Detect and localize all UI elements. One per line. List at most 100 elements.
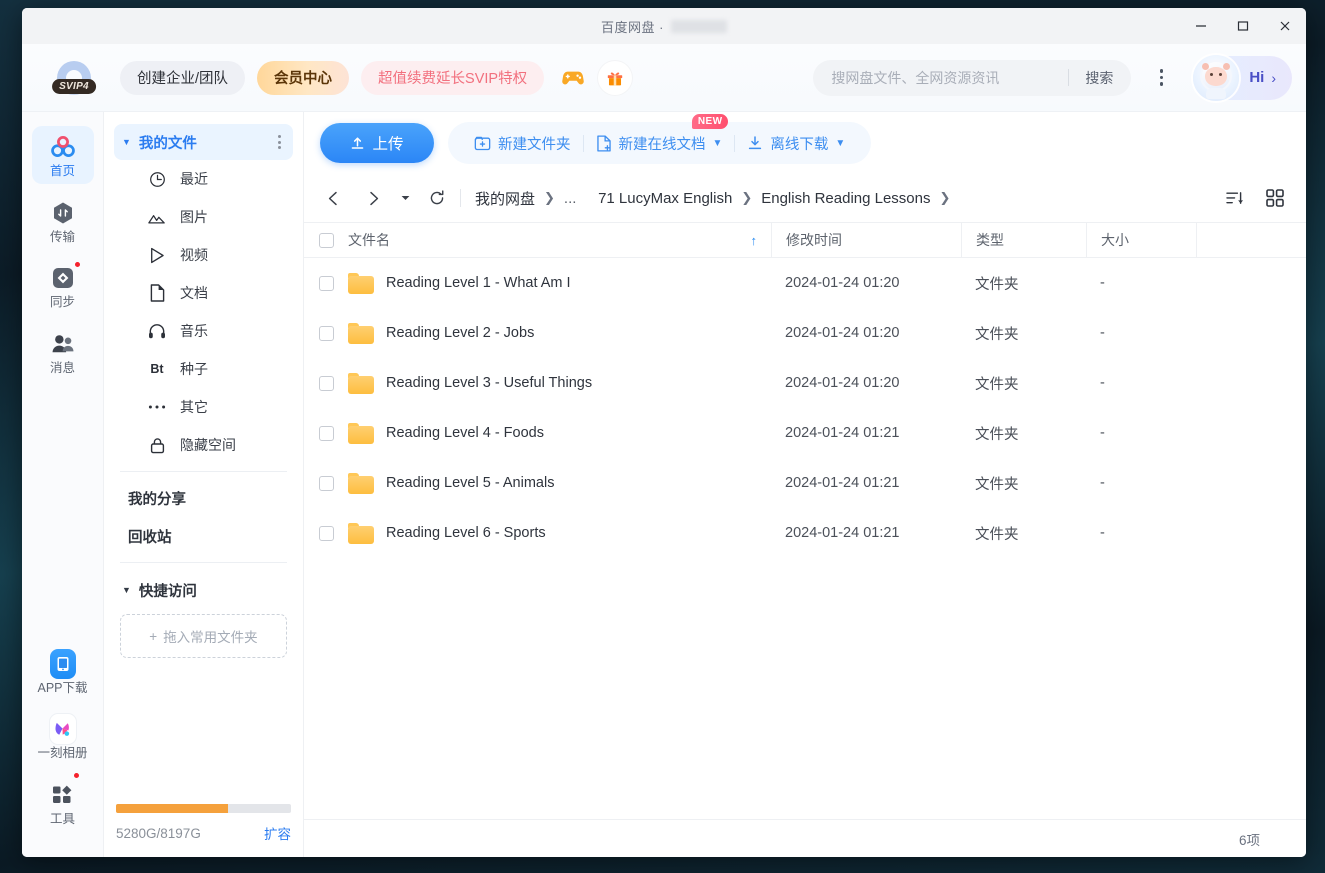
maximize-button[interactable] xyxy=(1222,8,1264,44)
file-name-cell[interactable]: Reading Level 2 - Jobs xyxy=(348,323,771,344)
row-checkbox[interactable] xyxy=(319,326,334,341)
breadcrumb-separator xyxy=(585,191,589,206)
rail-item-app-download[interactable]: APP下载 xyxy=(32,643,94,701)
row-checkbox[interactable] xyxy=(319,376,334,391)
user-account-chip[interactable]: Hi › xyxy=(1193,56,1292,100)
search-input[interactable] xyxy=(831,70,1062,86)
new-badge: NEW xyxy=(692,114,729,129)
rail-item-label: 一刻相册 xyxy=(37,747,87,760)
rail-item-transfer[interactable]: 传输 xyxy=(32,192,94,250)
select-all-checkbox[interactable] xyxy=(319,233,334,248)
new-online-doc-button[interactable]: NEW 新建在线文档 ▼ xyxy=(584,122,735,164)
divider xyxy=(460,189,461,207)
sidebar-item-hidden-space[interactable]: 隐藏空间 xyxy=(114,426,293,464)
column-header-size[interactable]: 大小 xyxy=(1086,223,1196,257)
file-name-label: Reading Level 3 - Useful Things xyxy=(386,375,592,391)
sidebar-item-recycle-bin[interactable]: 回收站 xyxy=(114,517,293,555)
breadcrumb-item-ellipsis[interactable]: ... xyxy=(564,190,577,207)
row-checkbox[interactable] xyxy=(319,426,334,441)
sidebar-item-other[interactable]: 其它 xyxy=(114,388,293,426)
folder-icon xyxy=(348,423,374,444)
gamepad-icon[interactable] xyxy=(556,61,590,95)
file-size-cell: - xyxy=(1086,375,1196,391)
view-controls xyxy=(1222,185,1288,211)
table-row[interactable]: Reading Level 6 - Sports2024-01-24 01:21… xyxy=(304,508,1306,558)
new-folder-button[interactable]: 新建文件夹 xyxy=(462,122,583,164)
rail-item-label: 同步 xyxy=(50,296,75,309)
sidebar-item-recent[interactable]: 最近 xyxy=(114,160,293,198)
sort-icon[interactable] xyxy=(1222,185,1248,211)
row-select-cell xyxy=(304,426,348,441)
refresh-button[interactable] xyxy=(424,185,450,211)
table-row[interactable]: Reading Level 2 - Jobs2024-01-24 01:20文件… xyxy=(304,308,1306,358)
file-name-cell[interactable]: Reading Level 1 - What Am I xyxy=(348,273,771,294)
breadcrumb-item-root[interactable]: 我的网盘 xyxy=(475,188,535,209)
new-online-doc-label: 新建在线文档 xyxy=(619,133,706,154)
grid-view-icon[interactable] xyxy=(1262,185,1288,211)
quick-access-header[interactable]: ▼ 快捷访问 xyxy=(114,572,293,608)
file-list[interactable]: Reading Level 1 - What Am I2024-01-24 01… xyxy=(304,258,1306,819)
search-button[interactable]: 搜索 xyxy=(1073,68,1125,88)
column-header-modified[interactable]: 修改时间 xyxy=(771,223,961,257)
more-vertical-icon[interactable] xyxy=(1143,60,1179,96)
file-name-cell[interactable]: Reading Level 4 - Foods xyxy=(348,423,771,444)
quick-access-dropzone[interactable]: + 拖入常用文件夹 xyxy=(120,614,287,658)
sidebar-item-label: 其它 xyxy=(180,397,208,417)
window-title-text: 百度网盘 · xyxy=(601,17,664,36)
rail-item-sync[interactable]: 同步 xyxy=(32,257,94,315)
expand-storage-link[interactable]: 扩容 xyxy=(264,823,291,843)
close-button[interactable] xyxy=(1264,8,1306,44)
vip-center-button[interactable]: 会员中心 xyxy=(257,61,349,95)
breadcrumb-item-current[interactable]: English Reading Lessons xyxy=(761,190,930,207)
new-folder-label: 新建文件夹 xyxy=(498,133,571,154)
baidu-netdisk-logo[interactable]: SVIP4 xyxy=(40,61,108,95)
tree-header-more-icon[interactable] xyxy=(274,131,285,153)
table-row[interactable]: Reading Level 3 - Useful Things2024-01-2… xyxy=(304,358,1306,408)
toolbar-group: 新建文件夹 NEW 新建在线文档 ▼ xyxy=(448,122,871,164)
file-name-cell[interactable]: Reading Level 5 - Animals xyxy=(348,473,771,494)
file-size-cell: - xyxy=(1086,325,1196,341)
rail-item-album[interactable]: 一刻相册 xyxy=(32,708,94,766)
row-checkbox[interactable] xyxy=(319,276,334,291)
table-header: 文件名 ↑ 修改时间 类型 大小 xyxy=(304,222,1306,258)
create-team-button[interactable]: 创建企业/团队 xyxy=(120,61,245,95)
sidebar-item-images[interactable]: 图片 xyxy=(114,198,293,236)
column-header-name[interactable]: 文件名 ↑ xyxy=(348,223,771,257)
history-dropdown-icon[interactable] xyxy=(396,185,414,211)
back-button[interactable] xyxy=(320,185,346,211)
breadcrumb-item-parent[interactable]: 71 LucyMax English xyxy=(598,190,732,207)
sidebar-item-music[interactable]: 音乐 xyxy=(114,312,293,350)
file-name-cell[interactable]: Reading Level 3 - Useful Things xyxy=(348,373,771,394)
sidebar-item-label: 隐藏空间 xyxy=(180,435,236,455)
file-type-cell: 文件夹 xyxy=(961,373,1086,394)
album-icon xyxy=(50,716,76,742)
sidebar-item-label: 图片 xyxy=(180,207,208,227)
rail-item-message[interactable]: 消息 xyxy=(32,323,94,381)
file-name-cell[interactable]: Reading Level 6 - Sports xyxy=(348,523,771,544)
row-checkbox[interactable] xyxy=(319,476,334,491)
offline-download-button[interactable]: 离线下载 ▼ xyxy=(735,122,857,164)
table-row[interactable]: Reading Level 4 - Foods2024-01-24 01:21文… xyxy=(304,408,1306,458)
offline-download-label: 离线下载 xyxy=(770,133,828,154)
sidebar-item-my-shares[interactable]: 我的分享 xyxy=(114,479,293,517)
minimize-button[interactable] xyxy=(1180,8,1222,44)
svip-renewal-button[interactable]: 超值续费延长SVIP特权 xyxy=(361,61,544,95)
rail-item-home[interactable]: 首页 xyxy=(32,126,94,184)
forward-button[interactable] xyxy=(360,185,386,211)
sidebar-item-documents[interactable]: 文档 xyxy=(114,274,293,312)
table-row[interactable]: Reading Level 1 - What Am I2024-01-24 01… xyxy=(304,258,1306,308)
sidebar-item-torrent[interactable]: Bt 种子 xyxy=(114,350,293,388)
sidebar-item-videos[interactable]: 视频 xyxy=(114,236,293,274)
row-select-cell xyxy=(304,326,348,341)
message-icon xyxy=(50,331,76,357)
file-name-label: Reading Level 1 - What Am I xyxy=(386,275,571,291)
redacted-account-name xyxy=(671,20,727,33)
tree-header-my-files[interactable]: ▼ 我的文件 xyxy=(114,124,293,160)
gift-icon[interactable] xyxy=(598,61,632,95)
column-header-type[interactable]: 类型 xyxy=(961,223,1086,257)
search-box[interactable]: 搜索 xyxy=(813,60,1131,96)
upload-button[interactable]: 上传 xyxy=(320,123,434,163)
rail-item-tools[interactable]: 工具 xyxy=(32,774,94,832)
table-row[interactable]: Reading Level 5 - Animals2024-01-24 01:2… xyxy=(304,458,1306,508)
row-checkbox[interactable] xyxy=(319,526,334,541)
